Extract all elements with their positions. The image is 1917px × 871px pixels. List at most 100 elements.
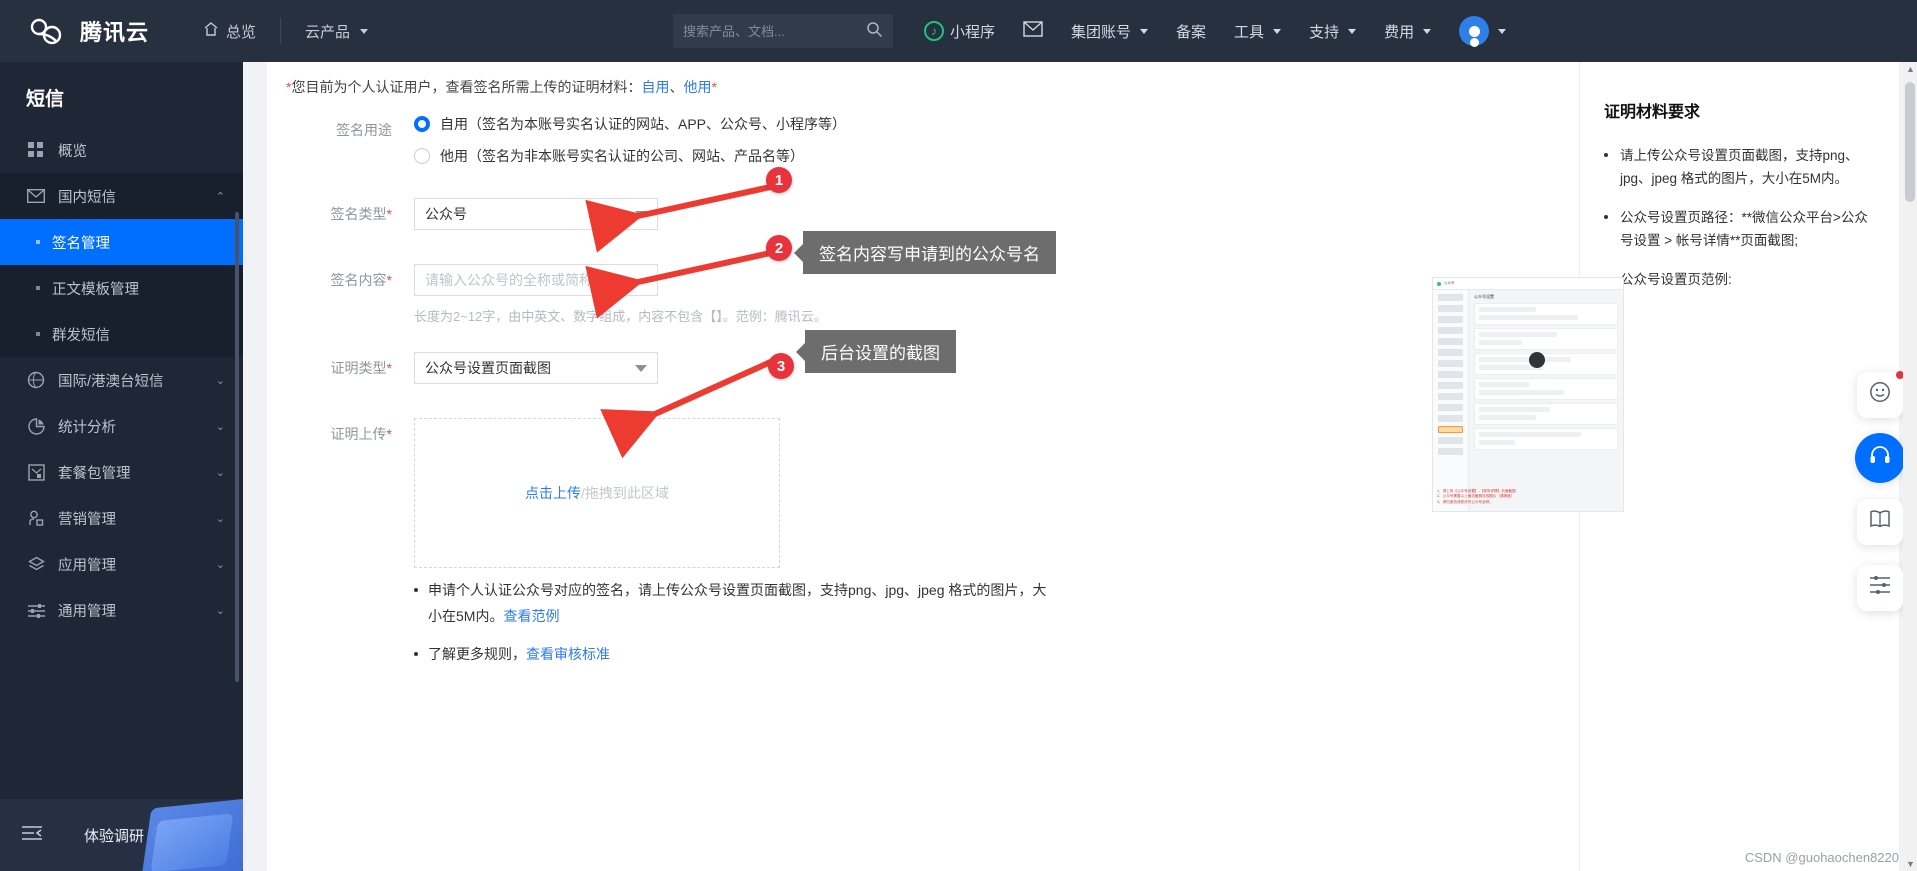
form-row-sign-type: 签名类型* 公众号 — [286, 198, 658, 230]
sign-content-label-text: 签名内容 — [330, 272, 387, 288]
help-panel-title: 证明材料要求 — [1604, 104, 1701, 121]
sidebar-item-domestic-sms-label: 国内短信 — [58, 189, 116, 206]
search-icon[interactable] — [866, 21, 883, 41]
sidebar-item-statistics-label: 统计分析 — [58, 419, 116, 436]
sidebar-bottom-banner[interactable]: 体验调研 — [0, 799, 243, 871]
radio-option-self-use[interactable]: 自用（签名为本账号实名认证的网站、APP、公众号、小程序等） — [414, 114, 846, 134]
sidebar-group-domestic-sms: 国内短信 ⌃ 签名管理 正文模板管理 群发短信 — [0, 173, 243, 357]
nav-tools[interactable]: 工具 — [1220, 21, 1295, 42]
sidebar-sub-label: 群发短信 — [52, 327, 110, 344]
note-item: 了解更多规则，查看审核标准 — [412, 641, 1052, 667]
sign-type-label-text: 签名类型 — [330, 206, 387, 222]
nav-beian-label: 备案 — [1176, 23, 1207, 41]
sign-type-label: 签名类型* — [286, 198, 392, 224]
annotation-number: 3 — [776, 357, 786, 375]
sidebar-title: 短信 — [26, 89, 65, 110]
notice-link-other-use[interactable]: 他用 — [683, 79, 711, 95]
sample-red-notes: 1、请上传【公众号设置】-【帐号详情】页面截图 2、公众号需要以上格式截屏存放图… — [1437, 488, 1516, 504]
sample-main: 公众号设置 — [1469, 290, 1623, 511]
chevron-down-icon: ⌄ — [215, 512, 225, 525]
chevron-down-icon: ⌄ — [215, 604, 225, 617]
required-mark: * — [386, 272, 392, 288]
top-nav: 总览 云产品 — [187, 18, 384, 44]
chevron-down-icon: ⌄ — [215, 420, 225, 433]
folder-art-front-icon — [150, 813, 234, 871]
user-menu[interactable] — [1445, 16, 1520, 46]
avatar — [1459, 16, 1490, 46]
required-mark: * — [386, 206, 392, 222]
sidebar-item-marketing-management[interactable]: 营销管理 ⌄ — [0, 495, 243, 541]
sign-content-input[interactable] — [414, 264, 658, 296]
user-group-icon — [26, 510, 46, 527]
nav-divider — [280, 18, 282, 44]
annotation-callout-2: 签名内容写申请到的公众号名 — [803, 231, 1056, 274]
radio-option-other-use[interactable]: 他用（签名为非本账号实名认证的公司、网站、产品名等） — [414, 146, 846, 166]
sidebar-item-international-sms[interactable]: 国际/港澳台短信 ⌄ — [0, 357, 243, 403]
sidebar-item-template-management[interactable]: 正文模板管理 — [0, 265, 243, 311]
nav-group-account[interactable]: 集团账号 — [1057, 21, 1162, 42]
sidebar-item-signature-management[interactable]: 签名管理 — [0, 219, 243, 265]
form-row-proof-type: 证明类型* 公众号设置页面截图 — [286, 352, 658, 384]
nav-mini-program[interactable]: ♪ 小程序 — [910, 21, 1009, 42]
nav-beian[interactable]: 备案 — [1162, 21, 1220, 42]
note-item: 申请个人认证公众号对应的签名，请上传公众号设置页面截图，支持png、jpg、jp… — [412, 577, 1052, 629]
search-input[interactable] — [683, 23, 866, 39]
chevron-down-icon — [1348, 28, 1357, 34]
annotation-callout-text: 签名内容写申请到的公众号名 — [819, 245, 1040, 264]
home-icon — [203, 21, 219, 41]
sidebar-item-bulk-sms[interactable]: 群发短信 — [0, 311, 243, 357]
nav-messages[interactable] — [1009, 21, 1057, 41]
watermark: CSDN @guohaochen8220 — [1744, 850, 1899, 865]
form-row-proof-upload: 证明上传* 点击上传/拖拽到此区域 — [286, 418, 780, 568]
rail-button-docs-wrap — [1857, 499, 1903, 545]
sidebar-item-package-management[interactable]: 套餐包管理 ⌄ — [0, 449, 243, 495]
chevron-down-icon — [1423, 28, 1432, 34]
upload-dropzone[interactable]: 点击上传/拖拽到此区域 — [414, 418, 780, 568]
notice-link-self-use[interactable]: 自用 — [641, 79, 669, 95]
sidebar-item-overview[interactable]: 概览 — [0, 127, 243, 173]
radio-icon-selected — [414, 116, 430, 132]
nav-support[interactable]: 支持 — [1295, 21, 1370, 42]
scroll-down-arrow-icon[interactable]: ▼ — [1906, 859, 1915, 869]
sign-type-select[interactable]: 公众号 — [414, 198, 658, 230]
sidebar-item-general-management[interactable]: 通用管理 ⌄ — [0, 587, 243, 633]
sidebar-item-statistics[interactable]: 统计分析 ⌄ — [0, 403, 243, 449]
note-link-review-standard[interactable]: 查看审核标准 — [526, 646, 610, 662]
annotation-callout-3: 后台设置的截图 — [805, 330, 956, 373]
rail-button-support[interactable] — [1855, 433, 1905, 483]
search-box[interactable] — [673, 14, 893, 48]
nav-group-account-label: 集团账号 — [1071, 23, 1132, 41]
nav-cloud-products[interactable]: 云产品 — [289, 21, 384, 42]
rail-button-list[interactable] — [1857, 565, 1903, 611]
sidebar-item-domestic-sms[interactable]: 国内短信 ⌃ — [0, 173, 243, 219]
sample-topbar: 公众号 — [1433, 278, 1623, 290]
note-link-view-sample[interactable]: 查看范例 — [503, 608, 559, 624]
floating-rail — [1857, 371, 1904, 418]
scrollbar-thumb[interactable] — [1905, 82, 1915, 202]
form-notes: 申请个人认证公众号对应的签名，请上传公众号设置页面截图，支持png、jpg、jp… — [412, 577, 1052, 679]
rail-button-docs[interactable] — [1857, 499, 1903, 545]
chevron-down-icon — [635, 364, 647, 372]
nav-overview[interactable]: 总览 — [187, 21, 272, 42]
scroll-up-arrow-icon[interactable]: ▲ — [1906, 64, 1915, 74]
sample-screenshot-thumbnail: 公众号 公众号设置 1、请上传【公众号设置】-【帐号详情】页面截图 2、公众号需… — [1432, 277, 1624, 512]
nav-billing[interactable]: 费用 — [1370, 21, 1445, 42]
proof-type-value: 公众号设置页面截图 — [425, 360, 551, 376]
page-scrollbar[interactable]: ▲ ▼ — [1903, 62, 1917, 871]
chevron-down-icon — [1140, 28, 1149, 34]
mail-icon — [26, 189, 46, 203]
collapse-icon[interactable] — [22, 825, 42, 846]
nav-tools-label: 工具 — [1234, 23, 1265, 41]
sidebar-sub-label: 正文模板管理 — [52, 281, 139, 298]
sidebar-sub-label: 签名管理 — [52, 235, 110, 252]
rail-button-feedback[interactable] — [1857, 371, 1904, 418]
nav-overview-label: 总览 — [226, 23, 257, 41]
proof-upload-field: 点击上传/拖拽到此区域 — [414, 418, 780, 568]
brand[interactable]: 腾讯云 — [26, 15, 149, 47]
annotation-number: 2 — [774, 239, 784, 257]
upload-drag-text: /拖拽到此区域 — [581, 485, 669, 501]
upload-click-link[interactable]: 点击上传 — [525, 483, 581, 503]
sidebar-scrollbar[interactable] — [235, 212, 239, 682]
proof-type-select[interactable]: 公众号设置页面截图 — [414, 352, 658, 384]
sidebar-item-app-management[interactable]: 应用管理 ⌄ — [0, 541, 243, 587]
